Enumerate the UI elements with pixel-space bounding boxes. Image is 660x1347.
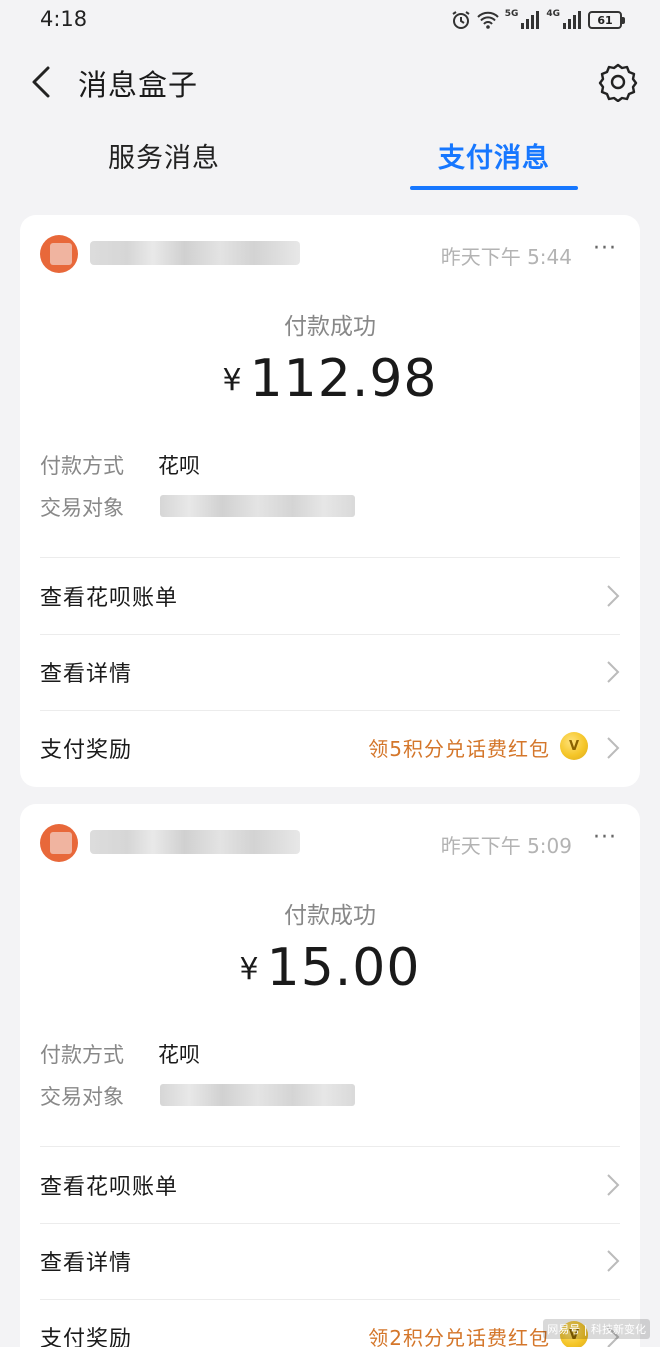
network-label-4g: 4G <box>546 9 560 19</box>
signal-icon <box>520 11 540 29</box>
message-card[interactable]: 昨天下午 5:44 ··· 付款成功 ¥112.98 付款方式 花呗 交易对象 查… <box>20 215 640 787</box>
payment-reward-row[interactable]: 支付奖励 领5积分兑话费红包 V <box>20 710 640 786</box>
payment-amount: ¥15.00 <box>20 938 640 998</box>
payment-status: 付款成功 <box>284 314 376 340</box>
tab-payment-messages[interactable]: 支付消息 <box>438 136 550 175</box>
payment-amount: ¥112.98 <box>20 349 640 409</box>
alarm-icon <box>451 10 471 30</box>
blurred-counterparty <box>160 1084 355 1106</box>
payment-method-row: 付款方式 花呗 <box>40 1039 200 1069</box>
tab-active-indicator <box>410 186 578 190</box>
network-label-5g: 5G <box>504 9 519 19</box>
row-label: 查看详情 <box>40 662 133 687</box>
chevron-right-icon <box>607 1250 620 1272</box>
wifi-icon <box>476 11 499 29</box>
row-label: 支付奖励 <box>40 738 133 763</box>
amount-value: 15.00 <box>266 938 421 998</box>
more-options-button[interactable]: ··· <box>592 827 618 854</box>
header: 消息盒子 <box>0 42 660 120</box>
signal-icon <box>562 11 582 29</box>
chevron-right-icon <box>607 585 620 607</box>
page-title: 消息盒子 <box>78 68 199 102</box>
gear-icon <box>598 63 638 103</box>
status-time: 4:18 <box>40 7 88 31</box>
settings-button[interactable] <box>598 62 638 103</box>
status-icons: 5G 4G 61 <box>451 9 625 31</box>
payment-method-label: 付款方式 <box>40 454 124 478</box>
message-time: 昨天下午 5:09 <box>440 834 572 858</box>
blurred-sender-name <box>90 241 300 265</box>
status-bar: 4:18 5G 4G 61 <box>0 0 660 42</box>
message-time: 昨天下午 5:44 <box>440 245 572 269</box>
payment-method-label: 付款方式 <box>40 1043 124 1067</box>
message-card[interactable]: 昨天下午 5:09 ··· 付款成功 ¥15.00 付款方式 花呗 交易对象 查看… <box>20 804 640 1347</box>
row-label: 支付奖励 <box>40 1327 133 1347</box>
avatar <box>40 235 78 273</box>
chevron-right-icon <box>607 737 620 759</box>
counterparty-label: 交易对象 <box>40 496 124 520</box>
view-huabei-bill-row[interactable]: 查看花呗账单 <box>20 558 640 634</box>
amount-value: 112.98 <box>249 349 438 409</box>
currency-symbol: ¥ <box>222 363 242 398</box>
row-label: 查看花呗账单 <box>40 586 179 611</box>
row-label: 查看详情 <box>40 1251 133 1276</box>
tab-service-messages[interactable]: 服务消息 <box>108 136 220 175</box>
payment-method-row: 付款方式 花呗 <box>40 450 200 480</box>
tab-bar: 服务消息 支付消息 <box>0 124 660 194</box>
row-label: 查看花呗账单 <box>40 1175 179 1200</box>
back-button[interactable] <box>24 60 60 104</box>
blurred-sender-name <box>90 830 300 854</box>
payment-status: 付款成功 <box>284 903 376 929</box>
reward-promo-text: 领5积分兑话费红包 <box>368 737 550 761</box>
view-details-row[interactable]: 查看详情 <box>20 1223 640 1299</box>
chevron-right-icon <box>607 661 620 683</box>
avatar <box>40 824 78 862</box>
reward-promo-text: 领2积分兑话费红包 <box>368 1326 550 1347</box>
blurred-counterparty <box>160 495 355 517</box>
chevron-left-icon <box>32 66 50 98</box>
counterparty-row: 交易对象 <box>40 492 158 522</box>
counterparty-label: 交易对象 <box>40 1085 124 1109</box>
chevron-right-icon <box>607 1174 620 1196</box>
view-details-row[interactable]: 查看详情 <box>20 634 640 710</box>
coin-badge-icon: V <box>560 732 588 760</box>
view-huabei-bill-row[interactable]: 查看花呗账单 <box>20 1147 640 1223</box>
payment-method-value: 花呗 <box>158 1043 200 1067</box>
watermark: 网易号 | 科技新变化 <box>543 1319 650 1339</box>
payment-method-value: 花呗 <box>158 454 200 478</box>
currency-symbol: ¥ <box>239 952 259 987</box>
counterparty-row: 交易对象 <box>40 1081 158 1111</box>
more-options-button[interactable]: ··· <box>592 238 618 265</box>
battery-icon: 61 <box>588 11 625 29</box>
